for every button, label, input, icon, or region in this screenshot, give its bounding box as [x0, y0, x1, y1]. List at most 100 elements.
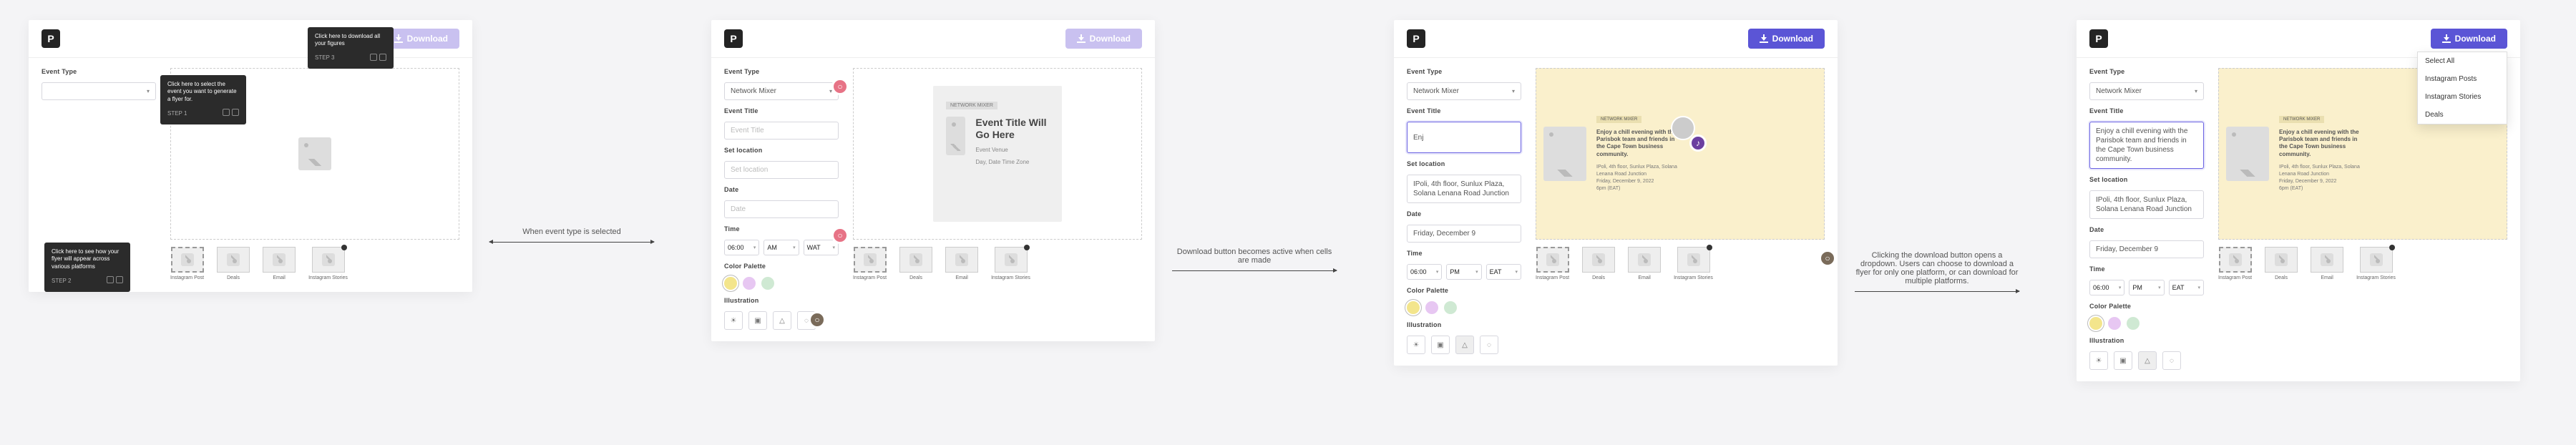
event-title-input[interactable]: Enjoy a chill evening with the Parisbok … [2089, 122, 2204, 169]
badge-dot-icon [341, 245, 347, 250]
swatch-1[interactable] [2089, 317, 2102, 330]
swatch-2[interactable] [1425, 301, 1438, 314]
download-button[interactable]: Download [383, 29, 459, 49]
preview-panel: NETWORK MIXER Event Title Will Go Here E… [853, 68, 1142, 330]
swatch-3[interactable] [2127, 317, 2140, 330]
caption-3: Clicking the download button opens a dro… [1855, 251, 2019, 292]
platform-label: Email [273, 275, 286, 280]
illustration-option-2[interactable]: ▣ [1431, 336, 1450, 354]
platform-instagram-stories[interactable]: Instagram Stories [308, 247, 348, 280]
time-tz-select[interactable]: EAT▾ [1486, 264, 1521, 280]
chevron-down-icon: ▾ [1515, 269, 1518, 275]
download-button[interactable]: Download [2431, 29, 2507, 49]
illustration-option-3[interactable]: △ [1455, 336, 1474, 354]
date-input[interactable]: Friday, December 9 [2089, 240, 2204, 258]
time-tz-select[interactable]: EAT▾ [2169, 280, 2204, 295]
dropdown-opt-deals[interactable]: Deals [2418, 106, 2507, 124]
swatch-2[interactable] [743, 277, 756, 290]
chevron-down-icon: ▾ [2197, 285, 2200, 290]
platform-email[interactable]: Email [263, 247, 296, 280]
platform-deals[interactable]: Deals [899, 247, 932, 280]
dropdown-opt-select-all[interactable]: Select All [2418, 52, 2507, 70]
illustration-label: Illustration [2089, 337, 2204, 344]
event-type-select[interactable]: Network Mixer ▾ [2089, 82, 2204, 100]
swatch-3[interactable] [761, 277, 774, 290]
swatch-3[interactable] [1444, 301, 1457, 314]
tooltip-step: STEP 2 [52, 278, 71, 285]
platform-label: Deals [909, 275, 922, 280]
download-icon [1077, 34, 1085, 43]
platform-instagram-stories[interactable]: Instagram Stories [1674, 247, 1713, 280]
illustration-option-1[interactable]: ☀ [1407, 336, 1425, 354]
chevron-down-icon: ▾ [2119, 285, 2122, 290]
platform-instagram-post[interactable]: Instagram Post [170, 247, 204, 280]
location-input[interactable]: IPoli, 4th floor, Sunlux Plaza, Solana L… [2089, 190, 2204, 219]
app-header: P Download [711, 20, 1155, 58]
platform-deals[interactable]: Deals [1582, 247, 1615, 280]
illustration-option-2[interactable]: ▣ [748, 311, 767, 330]
illustration-option-2[interactable]: ▣ [2114, 351, 2132, 370]
download-button[interactable]: Download [1748, 29, 1825, 49]
swatch-1[interactable] [1407, 301, 1420, 314]
flyer-title: Event Title Will Go Here [975, 117, 1049, 141]
illustration-picker: ☀ ▣ △ ◌ [1407, 336, 1521, 354]
platform-label: Instagram Post [1536, 275, 1569, 280]
event-type-select[interactable]: Network Mixer ▾ [724, 82, 839, 100]
screen-type-selected: P Download Event Type Network Mixer ▾ ○ … [711, 20, 1155, 341]
event-type-label: Event Type [2089, 68, 2204, 75]
platform-email[interactable]: Email [2311, 247, 2343, 280]
flyer-body-title: Enjoy a chill evening with the Parisbok … [1596, 129, 1682, 159]
platform-instagram-post[interactable]: Instagram Post [1536, 247, 1569, 280]
image-placeholder-icon [946, 117, 965, 155]
event-title-input[interactable]: Event Title [724, 122, 839, 140]
date-input[interactable]: Friday, December 9 [1407, 225, 1521, 243]
illustration-option-4[interactable]: ◌ [2162, 351, 2181, 370]
illustration-picker: ☀ ▣ △ ◌ [2089, 351, 2204, 370]
download-icon [1760, 34, 1768, 43]
screen-initial: P Download Click here to download all yo… [29, 20, 472, 292]
download-label: Download [407, 34, 448, 44]
time-hour-select[interactable]: 06:00▾ [2089, 280, 2124, 295]
dropdown-opt-ig-posts[interactable]: Instagram Posts [2418, 70, 2507, 88]
time-ampm-select[interactable]: PM▾ [1446, 264, 1481, 280]
event-type-select[interactable]: Network Mixer ▾ [1407, 82, 1521, 100]
color-palette [1407, 301, 1521, 314]
time-hour-select[interactable]: 06:00▾ [724, 240, 759, 255]
download-button[interactable]: Download [1065, 29, 1142, 49]
platform-tabs: Instagram Post Deals Email Instagram Sto… [1536, 247, 1825, 280]
location-input[interactable]: IPoli, 4th floor, Sunlux Plaza, Solana L… [1407, 175, 1521, 203]
preview-panel: NETWORK MIXER Enjoy a chill evening with… [1536, 68, 1825, 354]
platform-deals[interactable]: Deals [2265, 247, 2298, 280]
illustration-option-3[interactable]: △ [2138, 351, 2157, 370]
time-ampm-select[interactable]: PM▾ [2129, 280, 2164, 295]
illustration-option-1[interactable]: ☀ [724, 311, 743, 330]
arrow-icon [1172, 270, 1337, 271]
time-tz-select[interactable]: WAT▾ [804, 240, 839, 255]
time-ampm-select[interactable]: AM▾ [763, 240, 799, 255]
time-hour-select[interactable]: 06:00▾ [1407, 264, 1442, 280]
illustration-option-4[interactable]: ◌ [1480, 336, 1498, 354]
event-type-select[interactable]: ▾ [42, 82, 156, 100]
tooltip-step: STEP 1 [167, 110, 187, 117]
flyer-badge: NETWORK MIXER [946, 102, 997, 109]
platform-email[interactable]: Email [945, 247, 978, 280]
dropdown-opt-ig-stories[interactable]: Instagram Stories [2418, 88, 2507, 106]
app-body: Event Type ▾ Click here to select the ev… [29, 58, 472, 280]
date-input[interactable]: Date [724, 200, 839, 218]
app-body: Event Type Network Mixer ▾ ○ Event Title… [711, 58, 1155, 330]
platform-instagram-stories[interactable]: Instagram Stories [991, 247, 1030, 280]
platform-email[interactable]: Email [1628, 247, 1661, 280]
platform-deals[interactable]: Deals [217, 247, 250, 280]
platform-instagram-post[interactable]: Instagram Post [853, 247, 887, 280]
caption-1: When event type is selected [489, 228, 654, 243]
swatch-2[interactable] [2108, 317, 2121, 330]
event-title-input[interactable]: Enj [1407, 122, 1521, 153]
platform-instagram-post[interactable]: Instagram Post [2218, 247, 2252, 280]
swatch-1[interactable] [724, 277, 737, 290]
caption-text: When event type is selected [489, 228, 654, 236]
platform-instagram-stories[interactable]: Instagram Stories [2356, 247, 2396, 280]
illustration-option-3[interactable]: △ [773, 311, 791, 330]
location-input[interactable]: Set location [724, 161, 839, 179]
illustration-picker: ☀ ▣ △ ◌ ○ [724, 311, 839, 330]
illustration-option-1[interactable]: ☀ [2089, 351, 2108, 370]
